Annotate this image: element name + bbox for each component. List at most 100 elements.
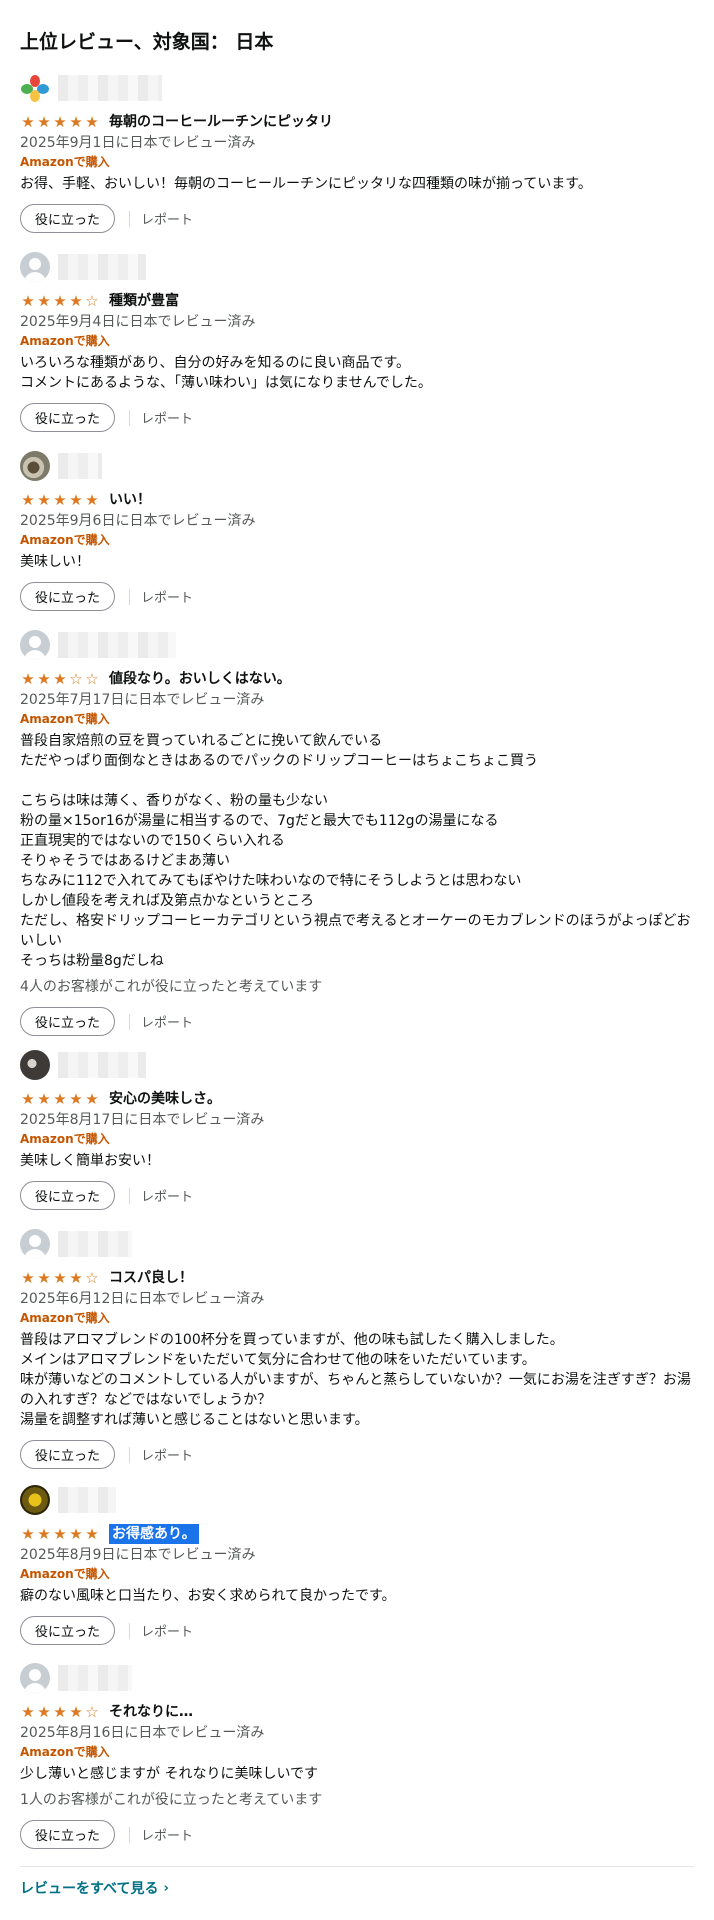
review-date: 2025年7月17日に日本でレビュー済み [20,692,265,708]
star-icon: ★ [37,669,51,688]
helpful-button[interactable]: 役に立った [20,1181,116,1210]
star-icon: ★ [69,1089,83,1108]
review-item: ★ ★ ★ ★ ★ お得感あり。 2025年8月9日に日本でレビュー済み Amazonで… [20,1485,694,1645]
see-all-reviews-label: レビューをすべて見る [20,1881,159,1897]
verified-purchase-badge: Amazonで購入 [20,334,110,348]
review-title[interactable]: 種類が豊富 [109,291,179,311]
section-divider [20,1866,694,1867]
star-icon: ★ [37,1702,51,1721]
star-rating[interactable]: ★ ★ ★ ★ ☆ [20,291,100,310]
divider [129,1622,131,1639]
report-link[interactable]: レポート [141,408,193,427]
divider [129,1013,131,1030]
verified-purchase-badge: Amazonで購入 [20,712,110,726]
reviewer-profile[interactable] [20,252,694,282]
helpful-button[interactable]: 役に立った [20,1007,116,1036]
verified-purchase-badge: Amazonで購入 [20,155,110,169]
star-rating[interactable]: ★ ★ ★ ★ ★ [20,1524,100,1543]
chevron-right-icon: › [163,1880,169,1896]
star-icon: ★ [69,1268,83,1287]
star-icon: ★ [69,1524,83,1543]
helpful-button[interactable]: 役に立った [20,582,116,611]
photo-avatar-icon [20,1485,50,1515]
review-item: ★ ★ ★ ★ ★ いい！ 2025年9月6日に日本でレビュー済み Amazonで購入 … [20,451,694,611]
blurred-reviewer-name [58,453,102,479]
star-icon: ★ [69,291,83,310]
star-rating[interactable]: ★ ★ ★ ★ ★ [20,1089,100,1108]
review-item: ★ ★ ★ ★ ☆ それなりに… 2025年8月16日に日本でレビュー済み Amazon… [20,1663,694,1849]
review-body: 美味しい！ [20,554,90,570]
reviewer-profile[interactable] [20,73,694,103]
star-icon: ★ [53,112,67,131]
star-icon: ★ [53,490,67,509]
star-empty-icon: ☆ [85,1268,99,1287]
default-avatar-icon [20,630,50,660]
reviewer-profile[interactable] [20,1485,694,1515]
review-title[interactable]: 値段なり。おいしくはない。 [109,669,291,689]
star-icon: ★ [69,490,83,509]
review-body: 少し薄いと感じますが それなりに美味しいです [20,1766,319,1782]
star-icon: ★ [85,112,99,131]
report-link[interactable]: レポート [141,1012,193,1031]
star-icon: ★ [53,1089,67,1108]
verified-purchase-badge: Amazonで購入 [20,533,110,547]
star-icon: ★ [85,490,99,509]
review-title[interactable]: 安心の美味しさ。 [109,1089,221,1109]
star-icon: ★ [37,1524,51,1543]
star-icon: ★ [53,1268,67,1287]
see-all-reviews-link[interactable]: レビューをすべて見る › [20,1878,169,1898]
report-link[interactable]: レポート [141,1621,193,1640]
helpful-button[interactable]: 役に立った [20,1820,116,1849]
clover-avatar-icon [20,73,50,103]
divider [129,1187,131,1204]
review-title[interactable]: お得感あり。 [109,1524,199,1544]
helpful-count: 1人のお客様がこれが役に立ったと考えています [20,1792,323,1808]
reviewer-profile[interactable] [20,630,694,660]
star-icon: ★ [21,1702,35,1721]
report-link[interactable]: レポート [141,1825,193,1844]
blurred-reviewer-name [58,632,176,658]
review-date: 2025年8月9日に日本でレビュー済み [20,1547,256,1563]
divider [129,210,131,227]
star-icon: ★ [37,291,51,310]
review-item: ★ ★ ★ ★ ★ 毎朝のコーヒールーチンにピッタリ 2025年9月1日に日本でレビュー… [20,73,694,233]
star-rating[interactable]: ★ ★ ★ ★ ★ [20,490,100,509]
star-icon: ★ [85,1524,99,1543]
photo-avatar-icon [20,451,50,481]
review-title[interactable]: コスパ良し！ [109,1268,193,1288]
star-icon: ★ [53,291,67,310]
helpful-button[interactable]: 役に立った [20,1616,116,1645]
reviewer-profile[interactable] [20,1050,694,1080]
review-date: 2025年6月12日に日本でレビュー済み [20,1291,265,1307]
divider [129,409,131,426]
helpful-button[interactable]: 役に立った [20,403,116,432]
review-title[interactable]: それなりに… [109,1702,193,1722]
report-link[interactable]: レポート [141,1186,193,1205]
star-rating[interactable]: ★ ★ ★ ☆ ☆ [20,669,100,688]
review-title[interactable]: 毎朝のコーヒールーチンにピッタリ [109,112,333,132]
reviewer-profile[interactable] [20,451,694,481]
reviewer-profile[interactable] [20,1229,694,1259]
default-avatar-icon [20,1229,50,1259]
star-icon: ★ [21,291,35,310]
reviews-heading: 上位レビュー、対象国： 日本 [20,31,274,53]
helpful-button[interactable]: 役に立った [20,204,116,233]
review-title[interactable]: いい！ [109,490,151,510]
divider [129,588,131,605]
report-link[interactable]: レポート [141,1445,193,1464]
star-rating[interactable]: ★ ★ ★ ★ ★ [20,112,100,131]
star-rating[interactable]: ★ ★ ★ ★ ☆ [20,1702,100,1721]
photo-avatar-icon [20,1050,50,1080]
blurred-reviewer-name [58,254,146,280]
star-rating[interactable]: ★ ★ ★ ★ ☆ [20,1268,100,1287]
star-icon: ★ [85,1089,99,1108]
divider [129,1446,131,1463]
helpful-button[interactable]: 役に立った [20,1440,116,1469]
divider [129,1826,131,1843]
report-link[interactable]: レポート [141,209,193,228]
report-link[interactable]: レポート [141,587,193,606]
review-date: 2025年8月16日に日本でレビュー済み [20,1725,265,1741]
review-item: ★ ★ ★ ★ ☆ コスパ良し！ 2025年6月12日に日本でレビュー済み Amazon… [20,1229,694,1469]
reviewer-profile[interactable] [20,1663,694,1693]
star-icon: ★ [69,1702,83,1721]
